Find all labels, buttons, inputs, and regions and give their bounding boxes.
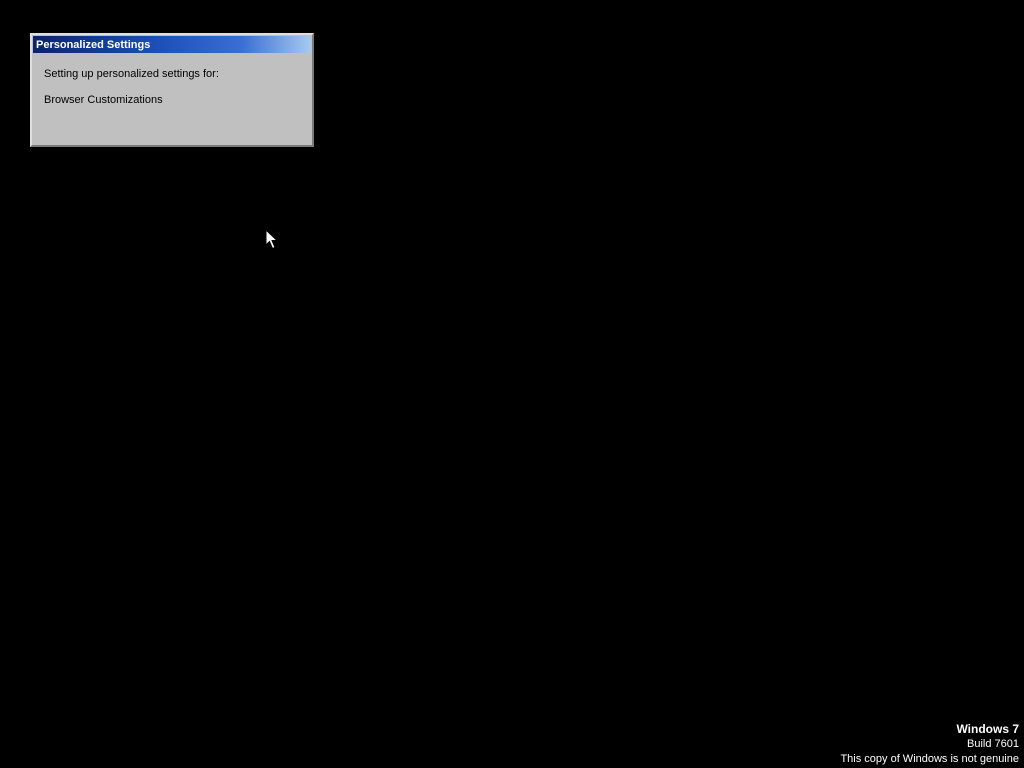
watermark-product: Windows 7 [956,722,1019,736]
mouse-pointer-icon [265,229,279,250]
watermark-build: Build 7601 [967,738,1019,750]
desktop: Personalized Settings Setting up persona… [0,0,1024,768]
dialog-component-name: Browser Customizations [44,94,163,106]
personalized-settings-dialog: Personalized Settings Setting up persona… [30,33,314,147]
dialog-titlebar[interactable]: Personalized Settings [33,36,311,53]
dialog-message: Setting up personalized settings for: [44,68,219,80]
watermark-genuine-notice: This copy of Windows is not genuine [840,753,1019,765]
windows-watermark: Windows 7 Build 7601 This copy of Window… [840,722,1019,767]
dialog-title: Personalized Settings [36,38,151,51]
